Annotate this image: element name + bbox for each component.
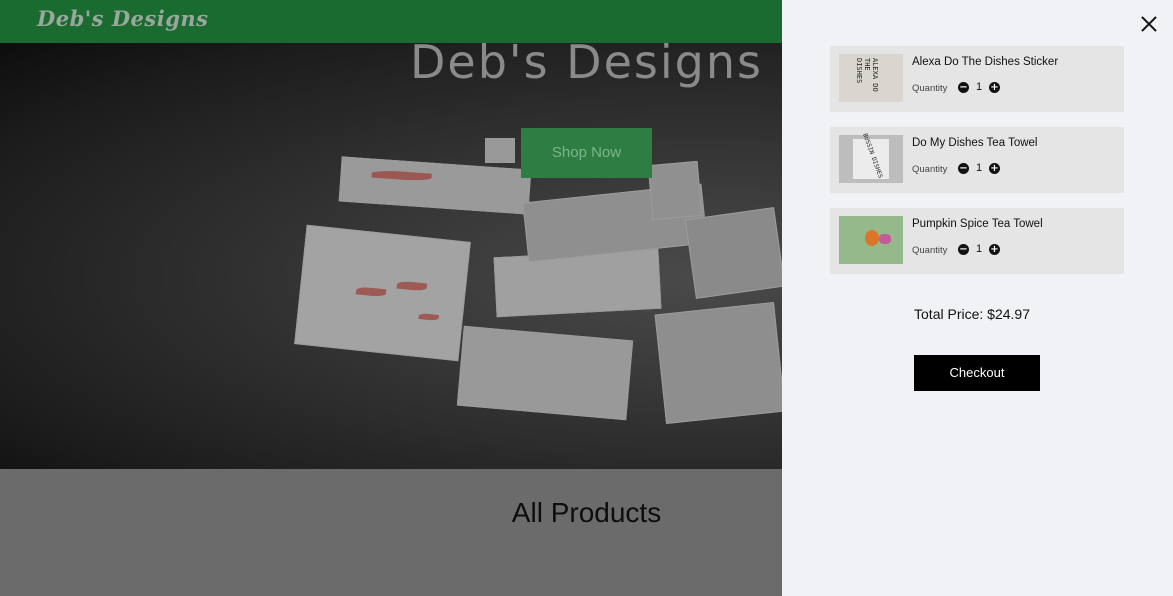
hero-card <box>456 325 634 421</box>
minus-circle-icon[interactable]: − <box>958 163 969 174</box>
quantity-label: Quantity <box>912 245 948 256</box>
quantity-value: 1 <box>976 243 983 255</box>
hero-card <box>493 248 662 318</box>
hero-card <box>338 156 532 215</box>
total-price: Total Price: $24.97 <box>914 306 1030 322</box>
cart-item: Pumpkin Spice Tea Towel Quantity − 1 + <box>830 208 1124 274</box>
plus-circle-icon[interactable]: + <box>989 82 1000 93</box>
cart-drawer: ALEXA DO THE DISHES Alexa Do The Dishes … <box>782 0 1173 596</box>
product-thumbnail: BUSSIN DISHES <box>839 133 903 183</box>
checkout-button[interactable]: Checkout <box>914 355 1040 391</box>
shop-now-button[interactable]: Shop Now <box>521 128 652 178</box>
hero-card <box>485 138 515 163</box>
product-thumbnail <box>839 216 903 264</box>
item-name: Pumpkin Spice Tea Towel <box>912 218 1043 230</box>
thumbnail-text: ALEXA DO THE DISHES <box>855 58 879 92</box>
item-name: Alexa Do The Dishes Sticker <box>912 56 1059 68</box>
hero-card <box>647 160 703 221</box>
minus-circle-icon[interactable]: − <box>958 244 969 255</box>
close-icon[interactable] <box>1137 12 1161 36</box>
plus-circle-icon[interactable]: + <box>989 244 1000 255</box>
quantity-value: 1 <box>976 81 983 93</box>
product-thumbnail: ALEXA DO THE DISHES <box>839 54 903 102</box>
hero-card <box>294 224 471 362</box>
hero-card <box>654 302 786 424</box>
item-name: Do My Dishes Tea Towel <box>912 137 1038 149</box>
cart-item: ALEXA DO THE DISHES Alexa Do The Dishes … <box>830 46 1124 112</box>
quantity-label: Quantity <box>912 164 948 175</box>
brand-logo[interactable]: Deb's Designs <box>37 6 208 31</box>
minus-circle-icon[interactable]: − <box>958 82 969 93</box>
quantity-value: 1 <box>976 162 983 174</box>
hero-card <box>684 207 786 299</box>
cart-item: BUSSIN DISHES Do My Dishes Tea Towel Qua… <box>830 127 1124 193</box>
quantity-label: Quantity <box>912 83 948 94</box>
plus-circle-icon[interactable]: + <box>989 163 1000 174</box>
